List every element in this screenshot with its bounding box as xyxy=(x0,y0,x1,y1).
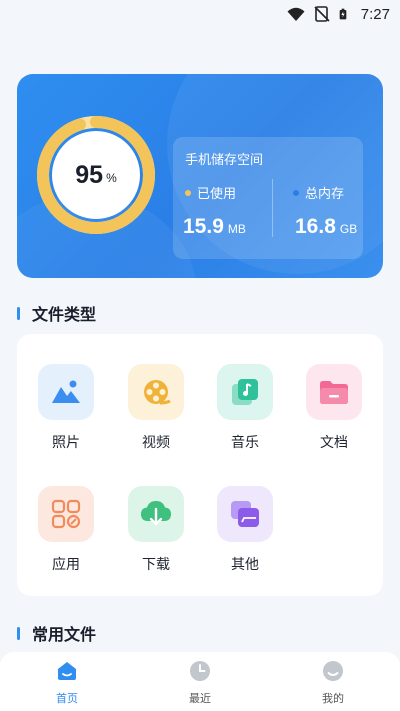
profile-icon xyxy=(323,661,343,681)
nav-recent[interactable]: 最近 xyxy=(160,660,240,706)
used-value: 15.9 xyxy=(183,215,224,238)
nav-recent-label: 最近 xyxy=(189,692,211,705)
used-amount: 15.9 MB xyxy=(183,215,246,239)
file-type-documents[interactable]: 文档 xyxy=(298,364,370,464)
divider xyxy=(272,179,273,237)
file-type-label: 照片 xyxy=(52,435,80,451)
file-type-label: 下载 xyxy=(142,557,170,573)
total-label: 总内存 xyxy=(305,187,345,202)
home-icon xyxy=(58,662,76,680)
total-unit: GB xyxy=(339,222,358,236)
bottom-nav: 首页 最近 我的 xyxy=(0,652,400,711)
music-icon xyxy=(217,364,273,420)
cloud-download-icon xyxy=(128,486,184,542)
total-amount: 16.8 GB xyxy=(295,215,357,239)
file-type-other[interactable]: 其他 xyxy=(209,486,281,586)
section-file-types: 文件类型 xyxy=(17,301,96,325)
file-type-videos[interactable]: 视频 xyxy=(120,364,192,464)
file-type-downloads[interactable]: 下载 xyxy=(120,486,192,586)
legend-used: 已使用 xyxy=(185,183,236,202)
video-reel-icon xyxy=(128,364,184,420)
file-type-label: 视频 xyxy=(142,435,170,451)
apps-grid-icon xyxy=(38,486,94,542)
nav-profile[interactable]: 我的 xyxy=(293,660,373,706)
no-sim-icon xyxy=(314,6,330,22)
usage-percent-value: 95 xyxy=(75,160,104,189)
folder-icon xyxy=(306,364,362,420)
status-time: 7:27 xyxy=(360,5,390,23)
storage-title: 手机储存空间 xyxy=(185,153,264,168)
total-dot xyxy=(293,189,299,196)
usage-percent-unit: % xyxy=(106,171,117,185)
total-value: 16.8 xyxy=(295,215,336,238)
file-type-label: 文档 xyxy=(320,435,348,451)
storage-info-panel: 手机储存空间 已使用 总内存 15.9 MB 16.8 GB xyxy=(173,137,363,259)
used-unit: MB xyxy=(227,222,246,236)
file-type-label: 其他 xyxy=(231,557,259,573)
wifi-icon xyxy=(287,7,305,21)
photo-icon xyxy=(38,364,94,420)
file-type-label: 音乐 xyxy=(231,435,259,451)
stack-icon xyxy=(217,486,273,542)
file-type-music[interactable]: 音乐 xyxy=(209,364,281,464)
usage-percent: 95 % xyxy=(51,130,141,220)
nav-home[interactable]: 首页 xyxy=(27,660,107,706)
status-bar: 7:27 xyxy=(0,0,400,28)
clock-icon xyxy=(190,661,210,681)
section-file-types-title: 文件类型 xyxy=(32,305,97,324)
file-type-apps[interactable]: 应用 xyxy=(30,486,102,586)
file-type-photos[interactable]: 照片 xyxy=(30,364,102,464)
nav-home-label: 首页 xyxy=(56,692,78,705)
section-common-files-title: 常用文件 xyxy=(32,625,97,644)
section-accent-bar xyxy=(17,306,20,320)
used-label: 已使用 xyxy=(197,187,237,202)
nav-profile-label: 我的 xyxy=(322,692,344,705)
legend-total: 总内存 xyxy=(293,183,344,202)
section-accent-bar xyxy=(17,626,20,640)
file-type-label: 应用 xyxy=(52,557,80,573)
storage-card[interactable]: 95 % 手机储存空间 已使用 总内存 15.9 MB 16.8 GB xyxy=(17,74,383,278)
used-dot xyxy=(185,189,191,196)
section-common-files: 常用文件 xyxy=(17,621,96,645)
file-types-card: 照片 视频 音乐 文档 应用 下载 其他 xyxy=(17,334,383,596)
battery-charging-icon xyxy=(339,8,347,20)
